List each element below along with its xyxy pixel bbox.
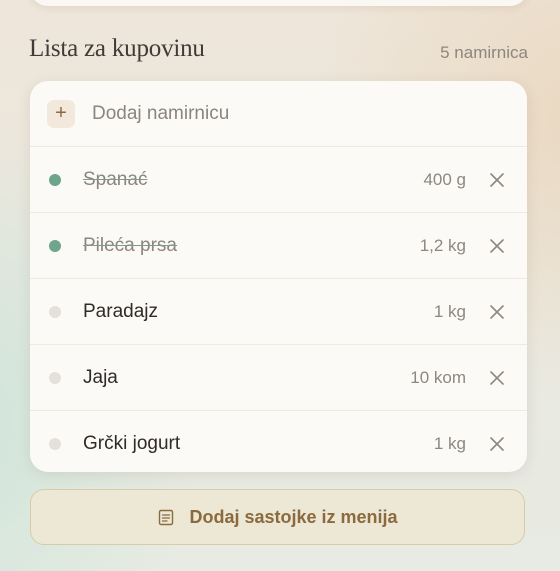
item-count: 5 namirnica bbox=[440, 43, 528, 62]
item-name: Grčki jogurt bbox=[83, 432, 181, 454]
close-icon[interactable] bbox=[486, 367, 508, 389]
add-item-input[interactable] bbox=[92, 102, 527, 125]
add-from-menu-button[interactable]: Dodaj sastojke iz menija bbox=[30, 489, 525, 545]
previous-card bbox=[30, 0, 528, 6]
plus-icon[interactable]: + bbox=[47, 99, 75, 128]
item-name: Pileća prsa bbox=[83, 234, 177, 256]
status-dot[interactable] bbox=[49, 437, 61, 450]
shopping-list: + Spanać 400 g Pileća prsa 1,2 kg Parada… bbox=[30, 81, 527, 472]
document-icon bbox=[157, 508, 175, 526]
item-quantity: 1,2 kg bbox=[419, 235, 466, 255]
close-icon[interactable] bbox=[486, 235, 508, 257]
add-item-row: + bbox=[30, 81, 527, 147]
item-quantity: 1 kg bbox=[433, 301, 466, 321]
list-item[interactable]: Pileća prsa 1,2 kg bbox=[30, 213, 527, 279]
status-dot[interactable] bbox=[49, 239, 61, 252]
status-dot[interactable] bbox=[49, 173, 61, 186]
item-quantity: 10 kom bbox=[410, 367, 466, 387]
item-name: Spanać bbox=[83, 168, 148, 190]
status-dot[interactable] bbox=[49, 305, 61, 318]
status-dot[interactable] bbox=[49, 371, 61, 384]
item-name: Paradajz bbox=[83, 300, 158, 322]
item-quantity: 1 kg bbox=[433, 433, 466, 453]
section-title: Lista za kupovinu bbox=[29, 35, 205, 62]
list-item[interactable]: Spanać 400 g bbox=[30, 147, 527, 213]
list-item[interactable]: Paradajz 1 kg bbox=[30, 279, 527, 345]
close-icon[interactable] bbox=[486, 433, 508, 455]
list-item[interactable]: Jaja 10 kom bbox=[30, 345, 527, 411]
item-quantity: 400 g bbox=[423, 169, 466, 189]
close-icon[interactable] bbox=[486, 169, 508, 191]
list-item[interactable]: Grčki jogurt 1 kg bbox=[30, 411, 527, 472]
item-name: Jaja bbox=[83, 366, 118, 388]
close-icon[interactable] bbox=[486, 301, 508, 323]
add-from-menu-label: Dodaj sastojke iz menija bbox=[189, 506, 398, 527]
